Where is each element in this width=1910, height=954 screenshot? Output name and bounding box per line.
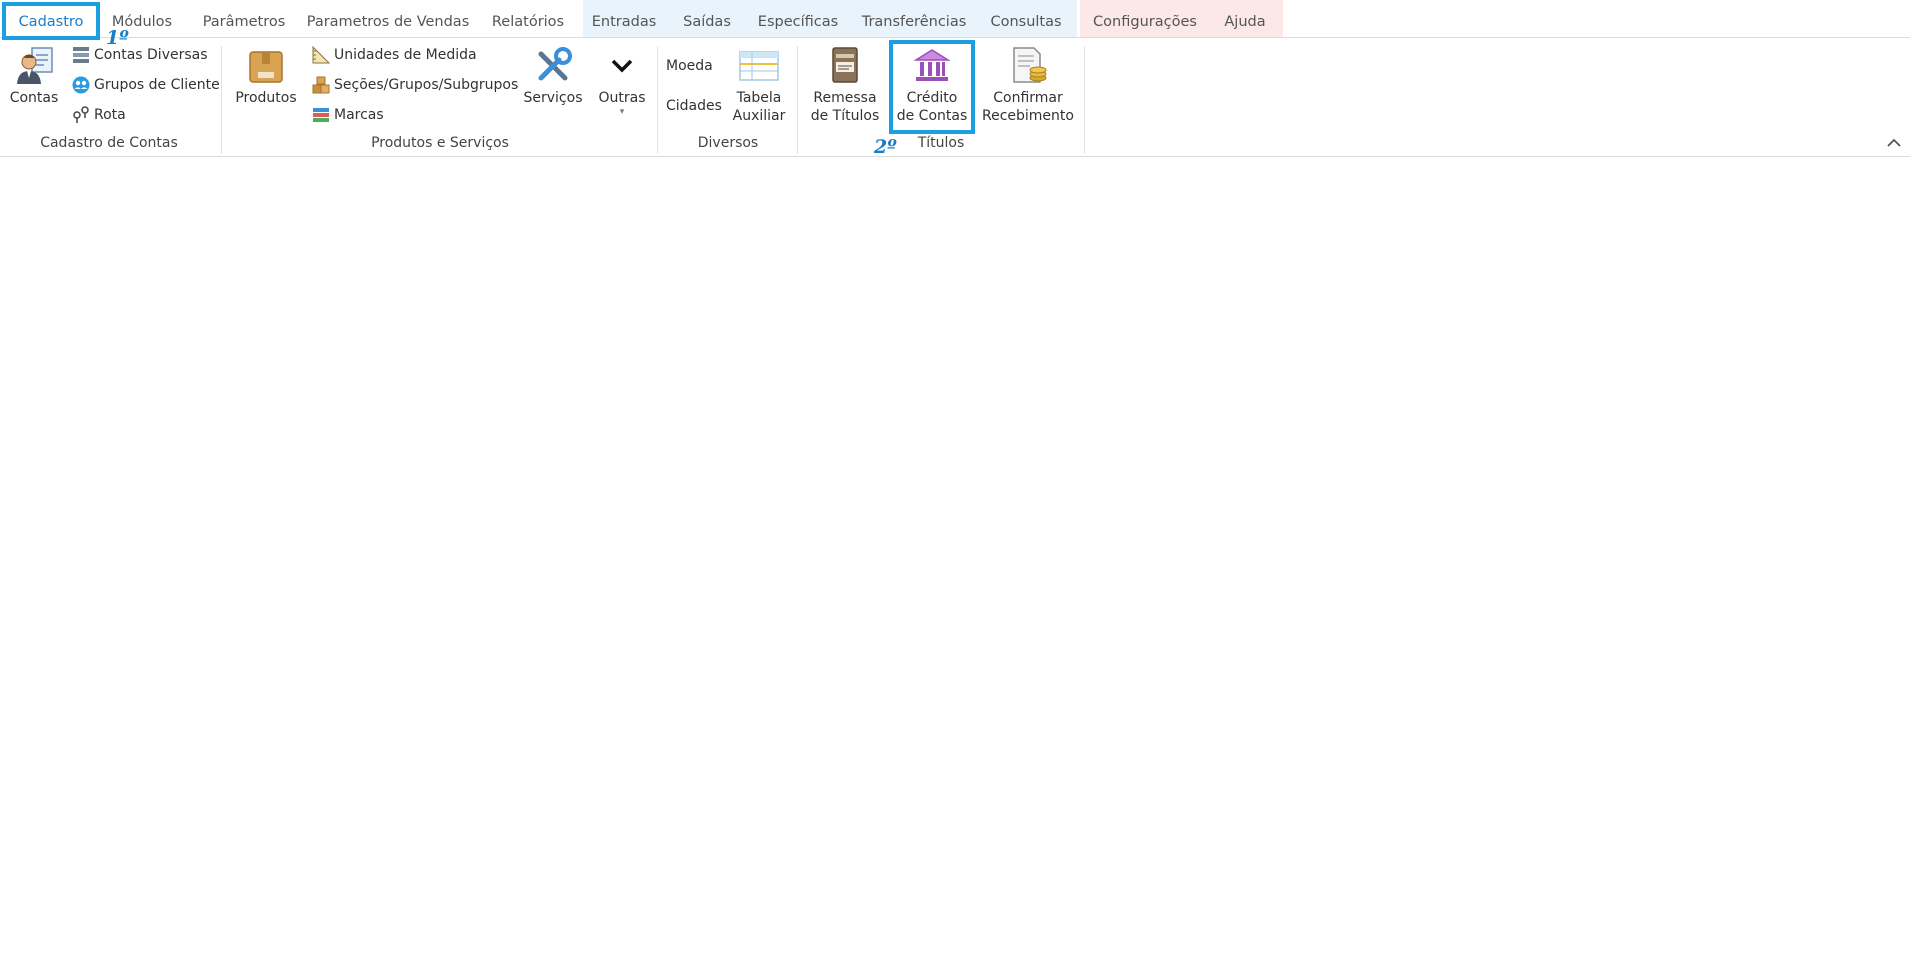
secoes-grupos-subgrupos-label: Seções/Grupos/Subgrupos <box>334 77 519 93</box>
table-icon <box>739 51 779 81</box>
ruler-icon <box>312 46 330 64</box>
tab-parametros[interactable]: Parâmetros <box>198 0 290 37</box>
credito-de-contas-button[interactable]: Crédito de Contas <box>896 46 968 125</box>
chevron-down-icon <box>611 59 633 73</box>
group-label-produtos-e-servicos: Produtos e Serviços <box>371 135 509 151</box>
group-label-titulos: Títulos <box>917 135 965 151</box>
tab-especificas[interactable]: Específicas <box>752 0 844 37</box>
moeda-label: Moeda <box>666 58 713 74</box>
group-separator <box>797 46 798 154</box>
step-2-marker: 2º <box>874 136 897 158</box>
tab-ajuda[interactable]: Ajuda <box>1218 0 1272 37</box>
confirmar-recebimento-button[interactable]: Confirmar Recebimento <box>980 46 1076 125</box>
contas-diversas-label: Contas Diversas <box>94 47 208 63</box>
tab-consultas[interactable]: Consultas <box>986 0 1066 37</box>
confirmar-label-line2: Recebimento <box>982 108 1074 124</box>
route-pin-icon <box>73 106 89 123</box>
group-separator <box>221 46 222 154</box>
tab-entradas[interactable]: Entradas <box>588 0 660 37</box>
outras-dropdown-arrow-icon: ▾ <box>619 107 625 117</box>
marcas-button[interactable]: Marcas <box>312 103 384 127</box>
remessa-label-line2: de Títulos <box>810 108 880 124</box>
tab-cadastro[interactable]: Cadastro <box>6 0 96 37</box>
unidades-de-medida-label: Unidades de Medida <box>334 47 477 63</box>
tab-configuracoes[interactable]: Configurações <box>1090 0 1200 37</box>
tabela-auxiliar-button[interactable]: Tabela Auxiliar <box>728 46 790 125</box>
credito-label-line1: Crédito <box>906 90 958 106</box>
credito-label-line2: de Contas <box>896 108 968 124</box>
group-separator <box>657 46 658 154</box>
cidades-label: Cidades <box>666 98 722 114</box>
rota-label: Rota <box>94 107 126 123</box>
printer-icon <box>832 47 858 83</box>
ribbon-tab-bar: Cadastro Módulos Parâmetros Parametros d… <box>0 0 1910 38</box>
remessa-de-titulos-button[interactable]: Remessa de Títulos <box>808 46 882 125</box>
receipt-coins-icon <box>1013 47 1047 83</box>
moeda-button[interactable]: Moeda <box>666 54 713 78</box>
marcas-label: Marcas <box>334 107 384 123</box>
tab-saidas[interactable]: Saídas <box>678 0 736 37</box>
tags-icon <box>313 108 329 122</box>
cidades-button[interactable]: Cidades <box>666 94 722 118</box>
produtos-label: Produtos <box>235 90 297 106</box>
grupos-cliente-button[interactable]: Grupos de Cliente <box>72 73 220 97</box>
remessa-label-line1: Remessa <box>813 90 877 106</box>
tabela-auxiliar-label-line1: Tabela <box>736 90 782 106</box>
confirmar-label-line1: Confirmar <box>993 90 1063 106</box>
group-separator <box>1084 46 1085 154</box>
boxes-icon <box>312 76 330 94</box>
tab-relatorios[interactable]: Relatórios <box>486 0 570 37</box>
outras-button[interactable]: Outras ▾ <box>594 46 650 117</box>
secoes-grupos-subgrupos-button[interactable]: Seções/Grupos/Subgrupos <box>312 73 518 97</box>
tabela-auxiliar-label-line2: Auxiliar <box>732 108 786 124</box>
bank-icon <box>913 49 951 81</box>
chevron-up-icon[interactable] <box>1886 136 1902 150</box>
person-card-icon <box>17 47 53 84</box>
collapse-ribbon-icon <box>1887 138 1901 147</box>
box-icon <box>249 51 283 83</box>
group-label-cadastro-de-contas: Cadastro de Contas <box>40 135 178 151</box>
ribbon-panel: Contas Contas Diversas Grupos de Cliente… <box>0 38 1910 157</box>
contas-label: Contas <box>9 90 59 106</box>
outras-label: Outras <box>598 90 646 106</box>
rota-button[interactable]: Rota <box>72 103 126 127</box>
grupos-cliente-label: Grupos de Cliente <box>94 77 220 93</box>
contas-button[interactable]: Contas <box>6 46 62 107</box>
tab-transferencias[interactable]: Transferências <box>858 0 970 37</box>
servicos-label: Serviços <box>523 90 583 106</box>
list-icon <box>73 47 89 63</box>
tab-parametros-de-vendas[interactable]: Parametros de Vendas <box>306 0 470 37</box>
produtos-button[interactable]: Produtos <box>232 46 300 107</box>
contas-diversas-button[interactable]: Contas Diversas <box>72 43 208 67</box>
workspace-area <box>0 157 1910 954</box>
servicos-button[interactable]: Serviços <box>522 46 584 107</box>
group-icon <box>72 76 90 94</box>
unidades-de-medida-button[interactable]: Unidades de Medida <box>312 43 477 67</box>
group-label-diversos: Diversos <box>697 135 759 151</box>
tools-icon <box>538 47 572 81</box>
